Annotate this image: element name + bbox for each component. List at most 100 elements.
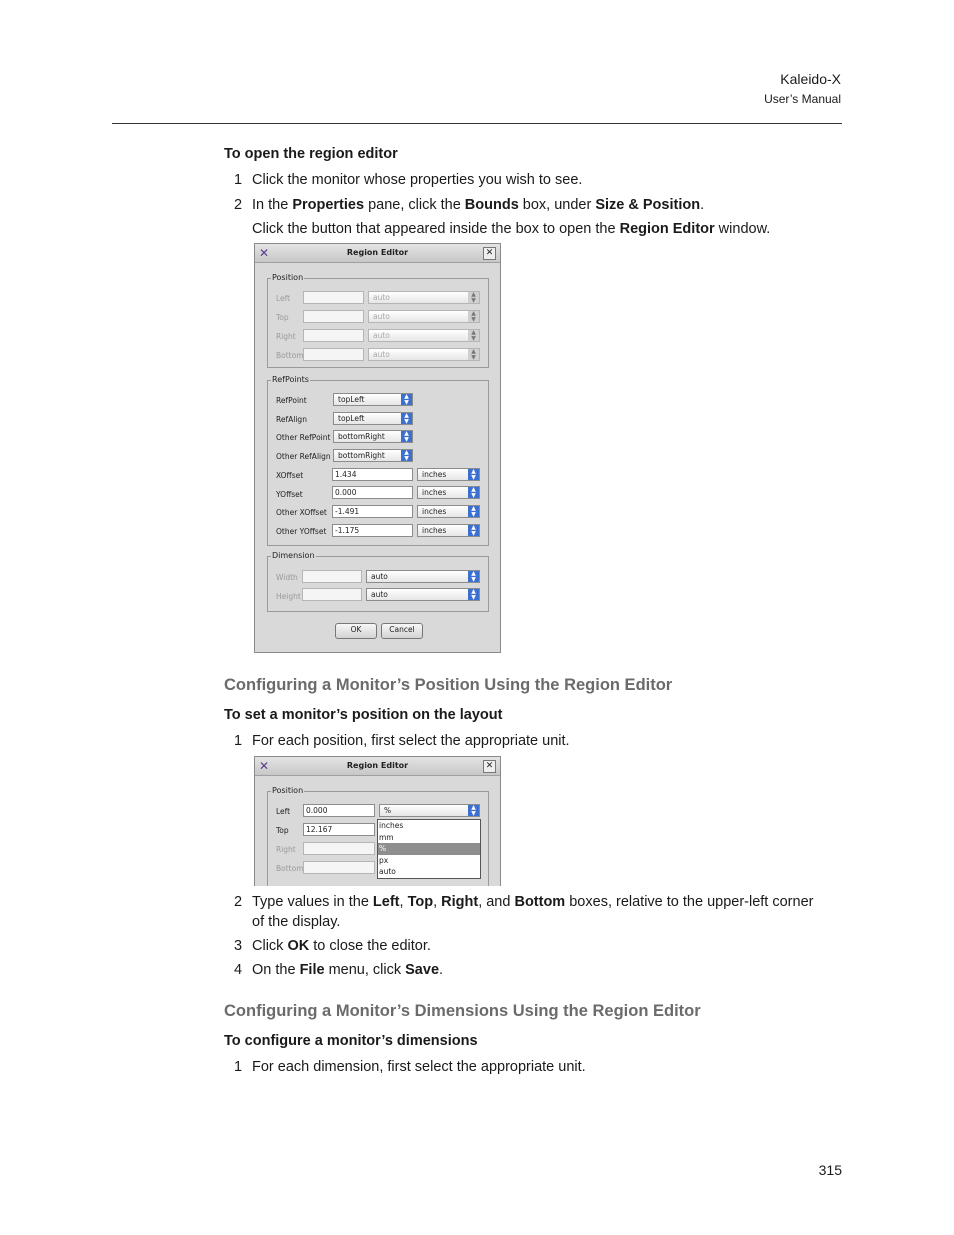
step-text: In the (252, 197, 293, 213)
top-label: Top (276, 313, 289, 322)
right-field[interactable] (303, 329, 364, 342)
left-field[interactable]: 0.000 (303, 804, 375, 817)
width-unit-select[interactable]: auto ▲ ▼ (366, 570, 480, 583)
spinner-icon: ▲ ▼ (468, 589, 479, 600)
other-refpoint-label: Other RefPoint (276, 433, 331, 442)
spinner-icon: ▲ ▼ (401, 413, 412, 424)
cancel-button[interactable]: Cancel (381, 623, 423, 639)
other-yoffset-field[interactable]: -1.175 (332, 524, 413, 537)
group-label: RefPoints (271, 375, 310, 384)
step-text: . (439, 962, 444, 978)
spinner-icon: ▲ ▼ (468, 469, 479, 480)
left-label: Left (276, 294, 291, 303)
yoffset-unit-select[interactable]: inches ▲ ▼ (417, 486, 480, 499)
select-value: inches (422, 470, 447, 479)
bottom-field[interactable] (303, 348, 364, 361)
dropdown-option[interactable]: px (378, 855, 480, 867)
other-xoffset-unit-select[interactable]: inches ▲ ▼ (417, 505, 480, 518)
dialog-title: Region Editor (346, 248, 409, 257)
step-number: 2 (234, 197, 243, 213)
spinner-icon: ▲ ▼ (468, 487, 479, 498)
step-bold: File (299, 962, 325, 978)
select-value: inches (422, 507, 447, 516)
xoffset-unit-select[interactable]: inches ▲ ▼ (417, 468, 480, 481)
xoffset-field[interactable]: 1.434 (332, 468, 413, 481)
procedure-title: To set a monitor’s position on the layou… (224, 707, 503, 723)
dialog-titlebar: ✕ Region Editor ✕ (255, 757, 500, 776)
step-item: 1 For each position, first select the ap… (234, 731, 570, 751)
step-item: 1 Click the monitor whose properties you… (234, 170, 582, 190)
step-bold: Properties (292, 197, 365, 213)
top-field[interactable] (303, 310, 364, 323)
bottom-label: Bottom (276, 864, 304, 873)
top-unit-select[interactable]: auto ▲ ▼ (368, 310, 480, 323)
left-unit-select[interactable]: auto ▲ ▼ (368, 291, 480, 304)
select-value: inches (422, 526, 447, 535)
step-bold: Bottom (514, 894, 566, 910)
other-refalign-select[interactable]: bottomRight ▲ ▼ (333, 449, 413, 462)
unit-dropdown-list: inches mm % px auto (377, 819, 481, 879)
step-item: 3 Click OK to close the editor. (234, 936, 431, 956)
refalign-label: RefAlign (276, 415, 307, 424)
dropdown-option[interactable]: auto (378, 866, 480, 878)
other-yoffset-unit-select[interactable]: inches ▲ ▼ (417, 524, 480, 537)
section-heading: Configuring a Monitor’s Position Using t… (224, 676, 673, 694)
step-text: boxes, relative to the upper-left corner (565, 894, 814, 910)
close-icon[interactable]: ✕ (483, 760, 496, 773)
refpoint-label: RefPoint (276, 396, 307, 405)
height-unit-select[interactable]: auto ▲ ▼ (366, 588, 480, 601)
dropdown-option-selected[interactable]: % (378, 843, 480, 855)
right-field[interactable] (303, 842, 375, 855)
dialog-title: Region Editor (346, 761, 409, 770)
spinner-icon: ▲ ▼ (468, 506, 479, 517)
other-yoffset-label: Other YOffset (276, 527, 327, 536)
step-text: pane, click the (364, 197, 465, 213)
bottom-field[interactable] (303, 861, 375, 874)
spinner-icon: ▲ ▼ (401, 450, 412, 461)
step-text: , and (478, 894, 515, 910)
page-number: 315 (818, 1162, 842, 1178)
height-label: Height (276, 592, 301, 601)
left-field[interactable] (303, 291, 364, 304)
refpoint-select[interactable]: topLeft ▲ ▼ (333, 393, 413, 406)
height-field[interactable] (302, 588, 362, 601)
header-product: Kaleido-X (780, 71, 841, 87)
select-value: auto (373, 350, 390, 359)
select-value: bottomRight (338, 432, 385, 441)
close-icon[interactable]: ✕ (483, 247, 496, 260)
left-label: Left (276, 807, 291, 816)
step-text: . (700, 197, 705, 213)
spinner-icon: ▲ ▼ (468, 525, 479, 536)
select-value: bottomRight (338, 451, 385, 460)
dropdown-option[interactable]: inches (378, 820, 480, 832)
step-number: 4 (234, 962, 243, 978)
step-bold: Bounds (464, 197, 519, 213)
step-item: 2 Type values in the Left, Top, Right, a… (234, 892, 814, 912)
ok-button[interactable]: OK (335, 623, 377, 639)
step-bold: Region Editor (619, 221, 715, 237)
region-editor-dialog: ✕ Region Editor ✕ Position Left auto ▲ ▼ T… (254, 243, 501, 653)
step-number: 1 (234, 1059, 243, 1075)
yoffset-field[interactable]: 0.000 (332, 486, 413, 499)
right-unit-select[interactable]: auto ▲ ▼ (368, 329, 480, 342)
width-field[interactable] (302, 570, 362, 583)
top-field[interactable]: 12.167 (303, 823, 375, 836)
step-bold: Size & Position (595, 197, 701, 213)
refalign-select[interactable]: topLeft ▲ ▼ (333, 412, 413, 425)
step-text: , (433, 894, 442, 910)
step-bold: OK (287, 938, 310, 954)
spinner-icon: ▲ ▼ (468, 311, 479, 322)
select-value: auto (371, 572, 388, 581)
left-unit-select[interactable]: % ▲ ▼ (379, 804, 480, 817)
dropdown-option[interactable]: mm (378, 832, 480, 844)
other-refpoint-select[interactable]: bottomRight ▲ ▼ (333, 430, 413, 443)
step-text: Click the button that appeared inside th… (252, 221, 620, 237)
step-text: , (399, 894, 408, 910)
other-xoffset-field[interactable]: -1.491 (332, 505, 413, 518)
bottom-unit-select[interactable]: auto ▲ ▼ (368, 348, 480, 361)
header-manual: User’s Manual (764, 92, 841, 106)
spinner-icon: ▲ ▼ (401, 431, 412, 442)
spinner-icon: ▲ ▼ (468, 805, 479, 816)
spinner-icon: ▲ ▼ (468, 330, 479, 341)
spinner-icon: ▲ ▼ (468, 349, 479, 360)
